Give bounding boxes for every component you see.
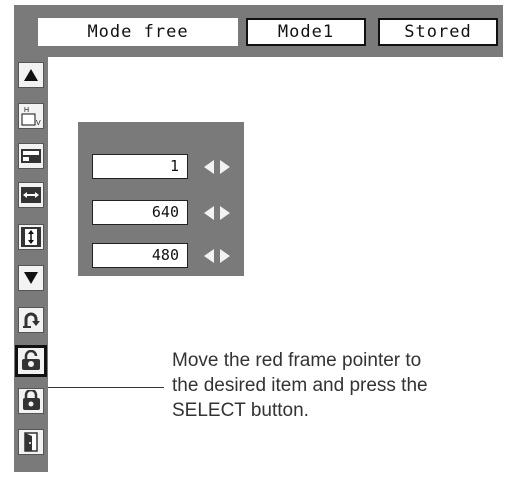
vertical-height-value: 480	[92, 243, 188, 268]
door-icon	[24, 432, 38, 452]
pc-adjust-sidebar: H V	[14, 57, 48, 472]
left-right-arrows-icon	[204, 205, 230, 220]
quit-button[interactable]	[18, 429, 44, 455]
scroll-down-button[interactable]	[18, 265, 44, 291]
svg-text:H: H	[24, 107, 29, 114]
value-panel: 1 640 480	[78, 122, 244, 276]
vertical-height-icon	[21, 227, 41, 247]
store-button[interactable]	[18, 388, 44, 414]
horizontal-position-value: 1	[92, 154, 188, 179]
vertical-height-button[interactable]	[18, 224, 44, 250]
horizontal-position-button[interactable]	[18, 143, 44, 169]
reset-arrow-icon	[23, 312, 40, 328]
adjust-arrows[interactable]	[200, 154, 234, 179]
adjust-arrows[interactable]	[200, 200, 234, 225]
mode1-button[interactable]: Mode1	[246, 18, 366, 46]
adjust-arrows[interactable]	[200, 243, 234, 268]
left-right-arrows-icon	[204, 159, 230, 174]
mode-free-button[interactable]	[15, 345, 47, 377]
horizontal-width-icon	[21, 187, 41, 203]
horizontal-width-value: 640	[92, 200, 188, 225]
triangle-up-icon	[24, 69, 38, 81]
horizontal-position-icon	[21, 149, 41, 163]
triangle-down-icon	[24, 272, 38, 284]
hv-screen-icon: H V	[21, 107, 41, 127]
stored-button[interactable]: Stored	[378, 18, 498, 46]
instruction-text: Move the red frame pointer to the desire…	[172, 350, 428, 421]
left-right-arrows-icon	[204, 248, 230, 263]
reset-button[interactable]	[18, 307, 44, 333]
scroll-up-button[interactable]	[18, 62, 44, 88]
horizontal-width-button[interactable]	[18, 182, 44, 208]
unlock-icon	[22, 350, 40, 370]
total-dots-button[interactable]: H V	[18, 103, 44, 129]
mode-free-label: Mode free	[38, 18, 238, 46]
callout-leader-line	[48, 387, 164, 388]
svg-text:V: V	[36, 120, 41, 127]
mode-header: Mode free Mode1 Stored	[14, 5, 503, 57]
store-icon	[23, 390, 40, 410]
